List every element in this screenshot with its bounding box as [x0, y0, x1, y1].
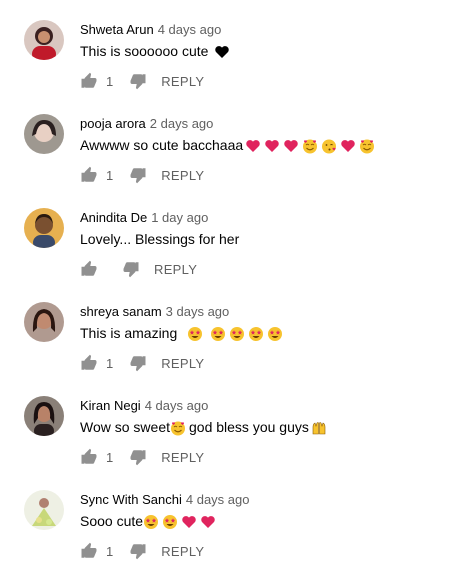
reply-button[interactable]: REPLY — [154, 262, 197, 277]
comment-time[interactable]: 4 days ago — [145, 398, 209, 413]
red-heart-icon — [284, 140, 298, 152]
comment-text-body: This is soooooo cute — [80, 43, 209, 59]
raising-hands-icon — [312, 422, 326, 435]
comment-text-body: Sooo cute — [80, 513, 144, 529]
avatar[interactable] — [24, 302, 64, 342]
reply-button[interactable]: REPLY — [161, 74, 204, 89]
avatar[interactable] — [24, 396, 64, 436]
like-count: 1 — [106, 543, 114, 559]
comment-actions: 1 REPLY — [80, 445, 204, 469]
face-blowing-kiss-icon — [322, 139, 337, 154]
reply-button[interactable]: REPLY — [161, 544, 204, 559]
comment-text-body: Wow so sweet — [80, 419, 170, 435]
like-icon[interactable] — [80, 166, 98, 184]
dislike-icon[interactable] — [129, 166, 147, 184]
comment-emojis — [170, 420, 189, 440]
comment-emojis — [143, 514, 219, 534]
comment-emojis — [214, 44, 233, 64]
comment-actions: 1 REPLY — [80, 539, 204, 563]
red-heart-icon — [201, 516, 215, 528]
comments-list: Shweta Arun 4 days ago This is soooooo cu… — [0, 0, 456, 565]
dislike-icon[interactable] — [129, 542, 147, 560]
comment-emojis — [245, 138, 378, 158]
star-struck-icon — [268, 327, 283, 341]
dislike-icon[interactable] — [122, 260, 140, 278]
reply-button[interactable]: REPLY — [161, 168, 204, 183]
comment-author[interactable]: Kiran Negi — [80, 398, 141, 413]
comment-text: Lovely... Blessings for her — [80, 229, 239, 249]
like-icon[interactable] — [80, 354, 98, 372]
star-struck-icon — [188, 327, 203, 341]
smiling-face-with-hearts-icon — [360, 139, 375, 154]
comment-time[interactable]: 1 day ago — [151, 210, 208, 225]
comment-text-body: Lovely... Blessings for her — [80, 231, 240, 247]
comment-actions: 1 REPLY — [80, 163, 204, 187]
comment: shreya sanam 3 days ago This is amazing 1… — [0, 302, 456, 396]
like-count: 1 — [106, 167, 114, 183]
comment-text-body: This is amazing — [80, 325, 178, 341]
comment-author[interactable]: Shweta Arun — [80, 22, 154, 37]
reply-button[interactable]: REPLY — [161, 356, 204, 371]
comment-author[interactable]: pooja arora — [80, 116, 146, 131]
like-count: 1 — [106, 355, 114, 371]
like-icon[interactable] — [80, 448, 98, 466]
comment-text: This is amazing — [80, 323, 286, 346]
comment-time[interactable]: 2 days ago — [150, 116, 214, 131]
comment-text: Sooo cute — [80, 511, 219, 534]
comment-text-body: Awwww so cute bacchaaa — [80, 137, 244, 153]
comment-text: Wow so sweet god bless you guys — [80, 417, 330, 440]
comment: Anindita De 1 day ago Lovely... Blessings… — [0, 208, 456, 302]
comment-actions: 1 REPLY — [80, 69, 204, 93]
comment-text: This is soooooo cute — [80, 41, 233, 64]
comment-time[interactable]: 4 days ago — [158, 22, 222, 37]
star-struck-icon — [144, 515, 159, 529]
comment: Kiran Negi 4 days ago Wow so sweet god ble… — [0, 396, 456, 490]
like-icon[interactable] — [80, 72, 98, 90]
avatar[interactable] — [24, 20, 64, 60]
red-heart-icon — [265, 140, 279, 152]
like-count: 1 — [106, 73, 114, 89]
comment-author[interactable]: Anindita De — [80, 210, 147, 225]
like-count: 1 — [106, 449, 114, 465]
comment-actions: 1 REPLY — [80, 351, 204, 375]
star-struck-icon — [211, 327, 226, 341]
comment-actions: REPLY — [80, 257, 197, 281]
avatar[interactable] — [24, 490, 64, 530]
star-struck-icon — [163, 515, 178, 529]
reply-button[interactable]: REPLY — [161, 450, 204, 465]
like-icon[interactable] — [80, 260, 98, 278]
smiling-face-with-hearts-icon — [303, 139, 318, 154]
red-heart-icon — [182, 516, 196, 528]
dislike-icon[interactable] — [129, 72, 147, 90]
comment-text: Awwww so cute bacchaaa — [80, 135, 378, 158]
comment-time[interactable]: 3 days ago — [166, 304, 230, 319]
red-heart-icon — [341, 140, 355, 152]
comment: pooja arora 2 days ago Awwww so cute bacc… — [0, 114, 456, 208]
comment-time[interactable]: 4 days ago — [186, 492, 250, 507]
comment-author[interactable]: shreya sanam — [80, 304, 162, 319]
avatar[interactable] — [24, 114, 64, 154]
comment-emojis — [187, 326, 286, 346]
comment: Shweta Arun 4 days ago This is soooooo cu… — [0, 20, 456, 114]
comment-author[interactable]: Sync With Sanchi — [80, 492, 182, 507]
comment-emojis — [311, 420, 330, 440]
star-struck-icon — [249, 327, 264, 341]
dislike-icon[interactable] — [129, 448, 147, 466]
like-icon[interactable] — [80, 542, 98, 560]
smiling-face-with-hearts-icon — [171, 421, 185, 436]
black-heart-icon — [215, 46, 230, 58]
comment: Sync With Sanchi 4 days ago Sooo cute 1 R… — [0, 490, 456, 584]
red-heart-icon — [246, 140, 260, 152]
comment-text-after: god bless you guys — [189, 419, 309, 435]
dislike-icon[interactable] — [129, 354, 147, 372]
avatar[interactable] — [24, 208, 64, 248]
star-struck-icon — [230, 327, 245, 341]
